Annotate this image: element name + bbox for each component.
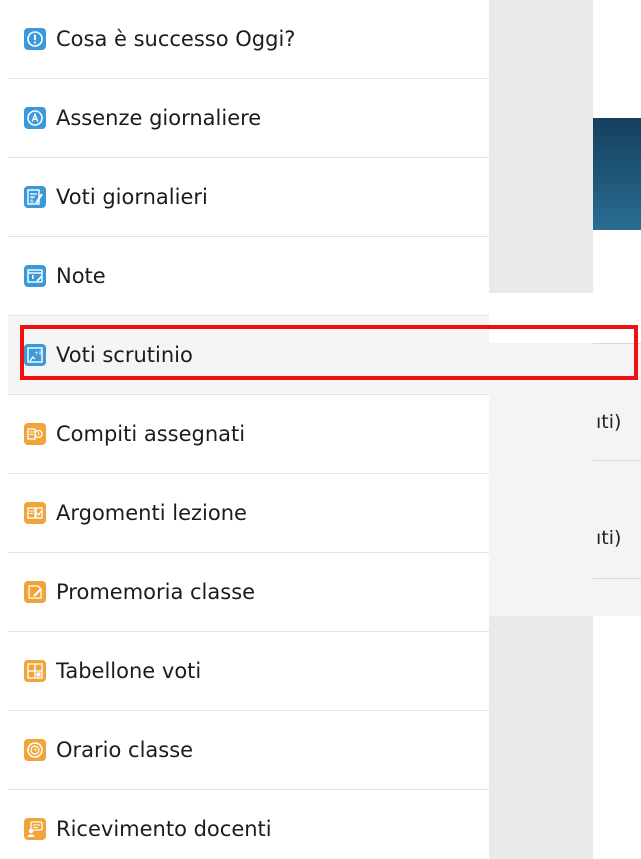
menu-item-label: Compiti assegnati — [56, 422, 246, 446]
menu-item-label: Note — [56, 264, 106, 288]
menu-item-label: Voti scrutinio — [56, 343, 193, 367]
menu-item-voti-giornalieri[interactable]: 6 Voti giornalieri — [8, 158, 489, 237]
menu-item-label: Tabellone voti — [56, 659, 202, 683]
exclamation-circle-icon — [24, 28, 46, 50]
background-row-text: ıti) — [596, 527, 622, 549]
menu-item-label: Cosa è successo Oggi? — [56, 27, 296, 51]
homework-icon — [24, 423, 46, 445]
clock-icon — [24, 739, 46, 761]
teacher-meeting-icon — [24, 818, 46, 840]
menu-item-label: Assenze giornaliere — [56, 106, 262, 130]
grade-sheet-icon: 6 — [24, 186, 46, 208]
menu-item-label: Orario classe — [56, 738, 194, 762]
menu-item-argomenti-lezione[interactable]: Argomenti lezione — [8, 474, 489, 553]
lesson-topics-icon — [24, 502, 46, 524]
menu-item-label: Argomenti lezione — [56, 501, 247, 525]
letter-a-circle-icon — [24, 107, 46, 129]
final-grades-icon: +8 — [24, 344, 46, 366]
svg-text:+8: +8 — [34, 350, 43, 357]
menu-item-label: Ricevimento docenti — [56, 817, 272, 841]
navigation-drawer: Cosa è successo Oggi? Assenze giornalier… — [8, 0, 489, 859]
menu-item-promemoria-classe[interactable]: Promemoria classe — [8, 553, 489, 632]
background-divider — [593, 460, 641, 461]
background-divider — [593, 343, 641, 344]
menu-item-ricevimento-docenti[interactable]: Ricevimento docenti — [8, 790, 489, 859]
menu-item-note[interactable]: Note — [8, 237, 489, 316]
reminder-icon — [24, 581, 46, 603]
background-row-text: ıti) — [596, 411, 622, 433]
menu-item-cosa-e-successo-oggi[interactable]: Cosa è successo Oggi? — [8, 0, 489, 79]
svg-text:6: 6 — [30, 198, 34, 205]
menu-item-label: Promemoria classe — [56, 580, 256, 604]
background-divider — [593, 578, 641, 579]
grade-board-icon — [24, 660, 46, 682]
menu-item-voti-scrutinio[interactable]: +8 Voti scrutinio — [8, 316, 489, 395]
menu-item-compiti-assegnati[interactable]: Compiti assegnati — [8, 395, 489, 474]
menu-item-assenze-giornaliere[interactable]: Assenze giornaliere — [8, 79, 489, 158]
menu-item-tabellone-voti[interactable]: Tabellone voti — [8, 632, 489, 711]
menu-item-label: Voti giornalieri — [56, 185, 208, 209]
menu-item-orario-classe[interactable]: Orario classe — [8, 711, 489, 790]
background-banner — [593, 118, 641, 230]
note-icon — [24, 265, 46, 287]
